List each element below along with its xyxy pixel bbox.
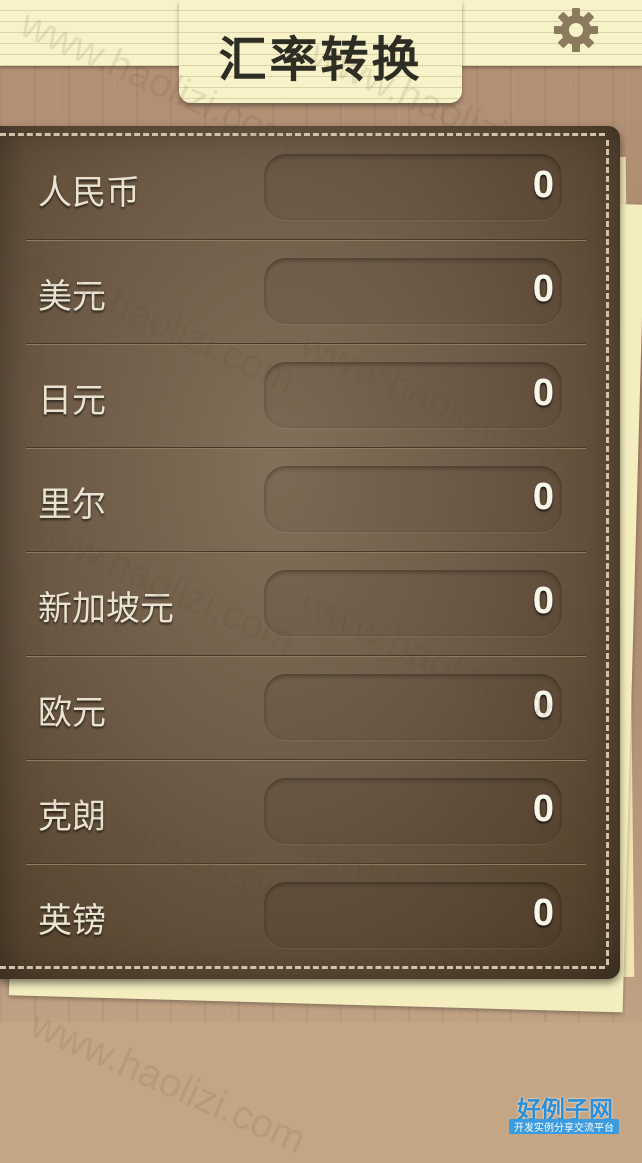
currency-row: 克朗 0 [0,761,600,865]
currency-row: 日元 0 [0,345,600,449]
amount-input[interactable]: 0 [264,570,562,636]
currency-label: 人民币 [38,173,140,213]
brand-tagline: 开发实例分享交流平台 [509,1119,619,1134]
currency-label: 里尔 [38,485,106,525]
amount-input[interactable]: 0 [264,258,562,324]
amount-value: 0 [532,164,554,206]
stitching [606,140,609,965]
currency-label: 日元 [38,381,106,421]
currency-row: 里尔 0 [0,449,600,553]
amount-input[interactable]: 0 [264,674,562,740]
currency-row: 人民币 0 [0,137,600,241]
amount-value: 0 [532,684,554,726]
amount-value: 0 [532,476,554,518]
amount-value: 0 [532,268,554,310]
amount-value: 0 [532,372,554,414]
amount-input[interactable]: 0 [264,154,562,220]
gear-icon[interactable] [552,6,600,54]
currency-label: 新加坡元 [38,589,174,629]
amount-value: 0 [532,580,554,622]
page-title: 汇率转换 [218,32,423,88]
amount-value: 0 [532,892,554,934]
amount-input[interactable]: 0 [264,882,562,948]
currency-label: 英镑 [38,901,106,941]
amount-input[interactable]: 0 [264,466,562,532]
stitching [0,133,605,136]
currency-row: 欧元 0 [0,657,600,761]
watermark: www.haolizi.com [24,1001,313,1163]
currency-label: 克朗 [38,797,106,837]
amount-value: 0 [532,788,554,830]
currency-row: 英镑 0 [0,865,600,969]
amount-input[interactable]: 0 [264,778,562,844]
currency-label: 欧元 [38,693,106,733]
amount-input[interactable]: 0 [264,362,562,428]
currency-row: 新加坡元 0 [0,553,600,657]
currency-label: 美元 [38,277,106,317]
currency-row: 美元 0 [0,241,600,345]
